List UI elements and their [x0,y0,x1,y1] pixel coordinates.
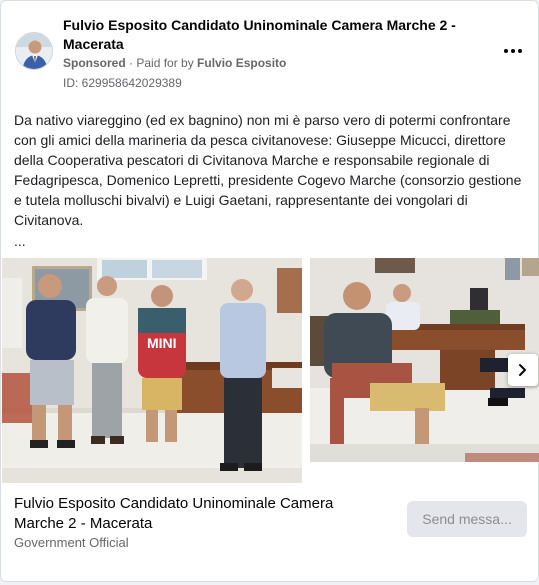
meta-separator: · [125,56,137,70]
sponsored-label: Sponsored [63,56,126,70]
post-body: Da nativo viareggino (ed ex bagnino) non… [14,112,522,228]
carousel-photo-1[interactable]: MINI [2,258,302,483]
see-more-ellipsis[interactable]: ... [14,233,26,249]
chevron-right-icon[interactable] [508,354,538,386]
footer-page-name[interactable]: Fulvio Esposito Candidato Uninominale Ca… [14,494,374,534]
payer-name[interactable]: Fulvio Esposito [197,56,286,70]
carousel-photo-2[interactable] [310,258,539,462]
more-options-icon[interactable] [498,39,528,63]
sponsored-line: Sponsored · Paid for by Fulvio Esposito [63,55,286,71]
ad-card: Fulvio Esposito Candidato Uninominale Ca… [0,0,539,582]
send-message-button[interactable]: Send messa... [407,501,527,537]
post-header: Fulvio Esposito Candidato Uninominale Ca… [13,13,528,91]
ad-id: ID: 629958642029389 [63,76,182,90]
page-category: Government Official [14,535,129,550]
paid-for-label: Paid for by [136,56,198,70]
page-name[interactable]: Fulvio Esposito Candidato Uninominale Ca… [63,16,463,54]
svg-text:MINI: MINI [147,335,177,351]
avatar[interactable] [15,32,53,70]
